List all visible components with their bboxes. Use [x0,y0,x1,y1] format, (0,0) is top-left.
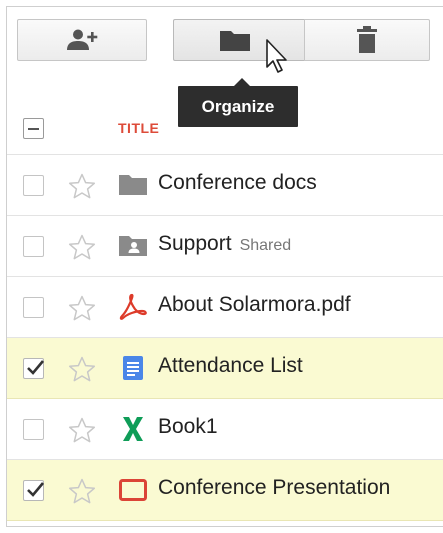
star-icon[interactable] [68,356,96,382]
row-checkbox[interactable] [23,419,44,440]
file-list: TITLE Conference docs Support Shared Abo… [7,101,443,521]
row-checkbox[interactable] [23,175,44,196]
document-icon [123,356,143,380]
trash-icon [357,26,377,53]
presentation-icon [119,479,147,501]
add-people-button[interactable] [17,19,147,61]
file-row-attendance-list[interactable]: Attendance List [7,338,443,399]
file-row-support[interactable]: Support Shared [7,216,443,277]
title-column-header[interactable]: TITLE [118,120,159,136]
star-icon[interactable] [68,295,96,321]
row-checkbox-checked[interactable] [23,358,44,379]
list-header: TITLE [7,101,443,155]
folder-icon [119,175,147,195]
row-checkbox-checked[interactable] [23,480,44,501]
file-name: Conference Presentation [158,476,391,499]
file-row-conference-docs[interactable]: Conference docs [7,155,443,216]
file-name: About Solarmora.pdf [158,293,351,316]
star-icon[interactable] [68,478,96,504]
delete-button[interactable] [304,19,430,61]
checkmark-icon [27,360,44,375]
docs-list-panel: Organize TITLE Conference docs Support S… [6,6,443,527]
folder-icon [220,31,250,51]
row-checkbox[interactable] [23,297,44,318]
pdf-icon [119,293,147,320]
toolbar: Organize [7,7,443,127]
mouse-cursor-icon [266,39,287,73]
select-all-checkbox[interactable] [23,118,44,139]
star-icon[interactable] [68,173,96,199]
checkmark-icon [27,482,44,497]
shared-folder-icon [119,236,147,256]
row-checkbox[interactable] [23,236,44,257]
shared-badge: Shared [239,237,292,254]
file-row-conference-presentation[interactable]: Conference Presentation [7,460,443,521]
file-name: Support [158,232,232,255]
star-icon[interactable] [68,234,96,260]
file-row-about-solarmora-pdf[interactable]: About Solarmora.pdf [7,277,443,338]
star-icon[interactable] [68,417,96,443]
spreadsheet-icon [123,417,143,441]
file-name: Conference docs [158,171,317,194]
file-name: Attendance List [158,354,303,377]
file-name: Book1 [158,415,218,438]
person-add-icon [67,29,98,50]
file-row-book1[interactable]: Book1 [7,399,443,460]
